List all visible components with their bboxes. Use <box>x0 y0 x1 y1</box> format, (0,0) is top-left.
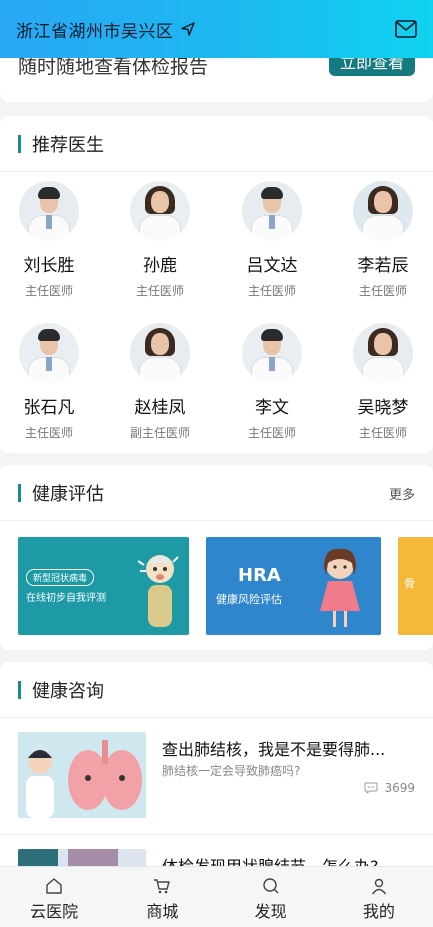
consult-section: 健康咨询 查出肺结核，我是不是要得肺... 肺结核一定会导致肺癌吗? 3699 <box>0 662 433 875</box>
doctor-title: 主任医师 <box>358 426 407 440</box>
doctor-avatar <box>19 181 79 241</box>
elderly-man-illustration <box>137 555 179 627</box>
doctor-name: 李文 <box>255 398 289 418</box>
doctor-title: 主任医师 <box>135 284 184 298</box>
doctor-card[interactable]: 吕文达 主任医师 <box>227 181 317 299</box>
location-arrow-icon[interactable] <box>180 21 196 37</box>
doctor-avatar <box>130 323 190 383</box>
doctor-card[interactable]: 孙鹿 主任医师 <box>115 181 205 299</box>
doctors-title: 推荐医生 <box>32 134 104 156</box>
doctor-name: 孙鹿 <box>143 256 177 276</box>
tab-label: 云医院 <box>30 902 79 921</box>
doctor-card[interactable]: 赵桂凤 副主任医师 <box>115 323 205 441</box>
mail-icon[interactable] <box>395 20 417 38</box>
doctor-title: 主任医师 <box>247 284 296 298</box>
doctor-name: 李若辰 <box>357 256 409 276</box>
doctor-name: 刘长胜 <box>23 256 75 276</box>
banner-heading: HRA <box>238 565 281 586</box>
doctor-card[interactable]: 吴晓梦 主任医师 <box>338 323 428 441</box>
doctor-title: 主任医师 <box>24 284 73 298</box>
header-bar: 浙江省湖州市吴兴区 <box>0 0 433 58</box>
doctor-name: 吕文达 <box>246 256 298 276</box>
doctor-avatar <box>19 323 79 383</box>
assessment-header: 健康评估 更多 <box>0 465 433 521</box>
bottom-tab-bar: 云医院 商城 发现 我的 <box>0 866 433 927</box>
doctors-header: 推荐医生 <box>0 116 433 172</box>
article-subtitle: 肺结核一定会导致肺癌吗? <box>162 764 301 778</box>
article-title: 查出肺结核，我是不是要得肺... <box>162 740 386 759</box>
doctor-card[interactable]: 张石凡 主任医师 <box>4 323 94 441</box>
view-report-button[interactable]: 立即查看 <box>329 58 415 76</box>
doctor-avatar <box>353 181 413 241</box>
doctor-title: 主任医师 <box>247 426 296 440</box>
girl-illustration <box>320 548 360 627</box>
location-label[interactable]: 浙江省湖州市吴兴区 <box>16 17 174 42</box>
doctor-card[interactable]: 刘长胜 主任医师 <box>4 181 94 299</box>
doctor-title: 主任医师 <box>358 284 407 298</box>
user-icon <box>371 878 386 895</box>
covid-assessment-banner[interactable]: 新型冠状病毒 在线初步自我评测 <box>18 537 189 635</box>
partial-banner[interactable]: 骨 <box>398 537 433 635</box>
tab-label: 发现 <box>254 902 287 921</box>
cart-icon <box>154 879 171 894</box>
comment-icon <box>364 782 378 794</box>
assessment-carousel[interactable]: 新型冠状病毒 在线初步自我评测 HRA 健康风险评估 骨 <box>0 537 433 637</box>
more-link[interactable]: 更多 <box>389 484 415 503</box>
section-accent-bar <box>18 134 21 153</box>
assessment-section: 健康评估 更多 新型冠状病毒 在线初步自我评测 HRA 健康风险评估 骨 <box>0 465 433 650</box>
hra-assessment-banner[interactable]: HRA 健康风险评估 <box>206 537 381 635</box>
tab-cloud-hospital[interactable]: 云医院 <box>0 867 108 927</box>
doctor-name: 赵桂凤 <box>134 398 186 418</box>
doctors-section: 推荐医生 刘长胜 主任医师 孙鹿 主任医师 吕文达 主任医师 李若辰 主任医师 … <box>0 116 433 453</box>
banner-text: 骨 <box>404 577 415 590</box>
doctor-name: 张石凡 <box>23 398 75 418</box>
tab-mall[interactable]: 商城 <box>108 867 216 927</box>
doctor-title: 副主任医师 <box>129 426 190 440</box>
consult-header: 健康咨询 <box>0 662 433 718</box>
section-accent-bar <box>18 483 21 502</box>
article-thumbnail <box>18 732 146 818</box>
lungs-illustration <box>18 732 146 818</box>
tab-label: 我的 <box>362 902 395 921</box>
tab-mine[interactable]: 我的 <box>325 867 433 927</box>
tab-discover[interactable]: 发现 <box>217 867 325 927</box>
banner-text: 健康风险评估 <box>216 593 282 606</box>
consult-title: 健康咨询 <box>32 680 104 702</box>
doctor-avatar <box>242 181 302 241</box>
home-icon <box>46 878 62 894</box>
doctor-title: 主任医师 <box>24 426 73 440</box>
doctor-name: 吴晓梦 <box>357 398 409 418</box>
tab-label: 商城 <box>146 902 179 921</box>
banner-text: 在线初步自我评测 <box>26 593 106 604</box>
doctor-avatar <box>242 323 302 383</box>
section-accent-bar <box>18 680 21 699</box>
report-row: 随时随地查看体检报告 立即查看 <box>0 58 433 80</box>
search-icon <box>262 878 279 894</box>
comment-count-value: 3699 <box>384 781 415 795</box>
assessment-title: 健康评估 <box>32 483 104 505</box>
comment-count: 3699 <box>364 781 415 795</box>
banner-tag: 新型冠状病毒 <box>26 569 95 586</box>
doctor-card[interactable]: 李文 主任医师 <box>227 323 317 441</box>
report-text: 随时随地查看体检报告 <box>18 58 209 78</box>
doctor-card[interactable]: 李若辰 主任医师 <box>338 181 428 299</box>
article-item[interactable]: 查出肺结核，我是不是要得肺... 肺结核一定会导致肺癌吗? 3699 <box>0 718 433 834</box>
doctor-avatar <box>130 181 190 241</box>
doctor-avatar <box>353 323 413 383</box>
